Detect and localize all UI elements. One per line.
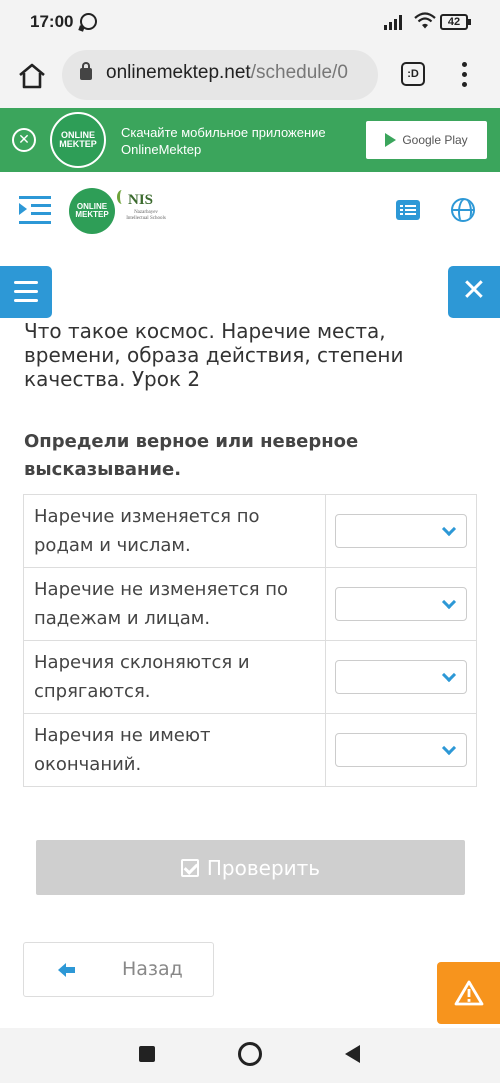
- promo-line-2: OnlineMektep: [121, 142, 202, 157]
- back-button[interactable]: Назад: [23, 942, 214, 997]
- close-panel-button[interactable]: ✕: [448, 266, 500, 318]
- url-text: onlinemektep.net/schedule/0: [106, 62, 348, 84]
- google-play-button[interactable]: Google Play: [366, 121, 487, 159]
- answer-select[interactable]: [335, 514, 467, 548]
- answer-select[interactable]: [335, 733, 467, 767]
- answer-select[interactable]: [335, 660, 467, 694]
- statements-table: Наречие изменяется по родам и числам. На…: [23, 494, 477, 787]
- answer-select[interactable]: [335, 587, 467, 621]
- back-button-label: Назад: [122, 958, 183, 980]
- report-problem-button[interactable]: [437, 962, 500, 1024]
- browser-toolbar: onlinemektep.net/schedule/0 :D: [0, 44, 500, 108]
- lock-icon: [80, 62, 92, 80]
- chevron-down-icon: [441, 521, 457, 537]
- indent-menu-icon[interactable]: [19, 196, 51, 224]
- checkbox-icon: [180, 858, 199, 877]
- statement-text: Наречия склоняются и спрягаются.: [23, 640, 326, 714]
- answer-cell: [325, 640, 477, 714]
- promo-line-1: Скачайте мобильное приложение: [121, 125, 326, 140]
- check-button[interactable]: Проверить: [36, 840, 465, 895]
- answer-cell: [325, 713, 477, 787]
- table-row: Наречия склоняются и спрягаются.: [23, 640, 477, 714]
- statement-text: Наречия не имеют окончаний.: [23, 713, 326, 787]
- url-host: onlinemektep.net: [106, 62, 251, 83]
- logo-line-2: MEKTEP: [75, 210, 109, 219]
- onlinemektep-logo[interactable]: ONLINE MEKTEP: [69, 188, 115, 234]
- warning-icon: [454, 980, 484, 1006]
- status-time: 17:00: [30, 12, 74, 31]
- arrow-left-icon: [58, 963, 76, 977]
- close-icon[interactable]: ✕: [12, 128, 36, 152]
- tab-switcher-button[interactable]: :D: [401, 62, 425, 86]
- chevron-down-icon: [441, 740, 457, 756]
- site-header: ONLINE MEKTEP NIS Nazarbayev Intellectua…: [0, 172, 500, 252]
- wifi-icon: [414, 12, 436, 29]
- task-instruction: Определи верное или неверное высказывани…: [24, 431, 359, 480]
- chevron-down-icon: [441, 667, 457, 683]
- google-play-label: Google Play: [402, 133, 468, 147]
- battery-icon: 42: [440, 14, 471, 30]
- hamburger-icon[interactable]: [0, 266, 52, 318]
- list-icon[interactable]: [396, 200, 420, 220]
- signal-icon: [384, 14, 406, 30]
- lesson-title: Что такое космос. Наречие места, времени…: [24, 319, 404, 391]
- url-path: /schedule/0: [250, 62, 348, 83]
- globe-icon[interactable]: [451, 198, 475, 222]
- check-button-label: Проверить: [206, 855, 321, 880]
- statement-text: Наречие не изменяется по падежам и лицам…: [23, 567, 326, 641]
- promo-text: Скачайте мобильное приложение OnlineMekt…: [121, 124, 326, 158]
- system-nav-bar: [0, 1028, 500, 1083]
- back-triangle-icon[interactable]: [345, 1045, 360, 1063]
- close-icon: ✕: [461, 273, 487, 308]
- nis-subtitle: Nazarbayev Intellectual Schools: [126, 210, 166, 221]
- logo-line-2: MEKTEP: [59, 139, 97, 149]
- statement-text: Наречие изменяется по родам и числам.: [23, 494, 326, 568]
- answer-cell: [325, 494, 477, 568]
- chevron-down-icon: [441, 594, 457, 610]
- leaf-icon: [117, 190, 127, 204]
- home-icon[interactable]: [16, 60, 48, 92]
- nis-title: NIS: [128, 192, 154, 208]
- whatsapp-icon: [80, 13, 97, 30]
- app-promo-banner: ✕ ONLINE MEKTEP Скачайте мобильное прило…: [0, 108, 500, 172]
- nis-logo: NIS Nazarbayev Intellectual Schools: [117, 190, 170, 236]
- answer-cell: [325, 567, 477, 641]
- address-bar[interactable]: onlinemektep.net/schedule/0: [62, 50, 378, 100]
- play-store-icon: [385, 133, 397, 147]
- onlinemektep-logo: ONLINE MEKTEP: [50, 112, 106, 168]
- table-row: Наречия не имеют окончаний.: [23, 713, 477, 787]
- table-row: Наречие не изменяется по падежам и лицам…: [23, 567, 477, 641]
- status-bar: 17:00 42: [0, 0, 500, 44]
- menu-dots-icon[interactable]: [457, 60, 471, 90]
- home-circle-icon[interactable]: [238, 1042, 262, 1066]
- table-row: Наречие изменяется по родам и числам.: [23, 494, 477, 568]
- recents-icon[interactable]: [139, 1046, 155, 1062]
